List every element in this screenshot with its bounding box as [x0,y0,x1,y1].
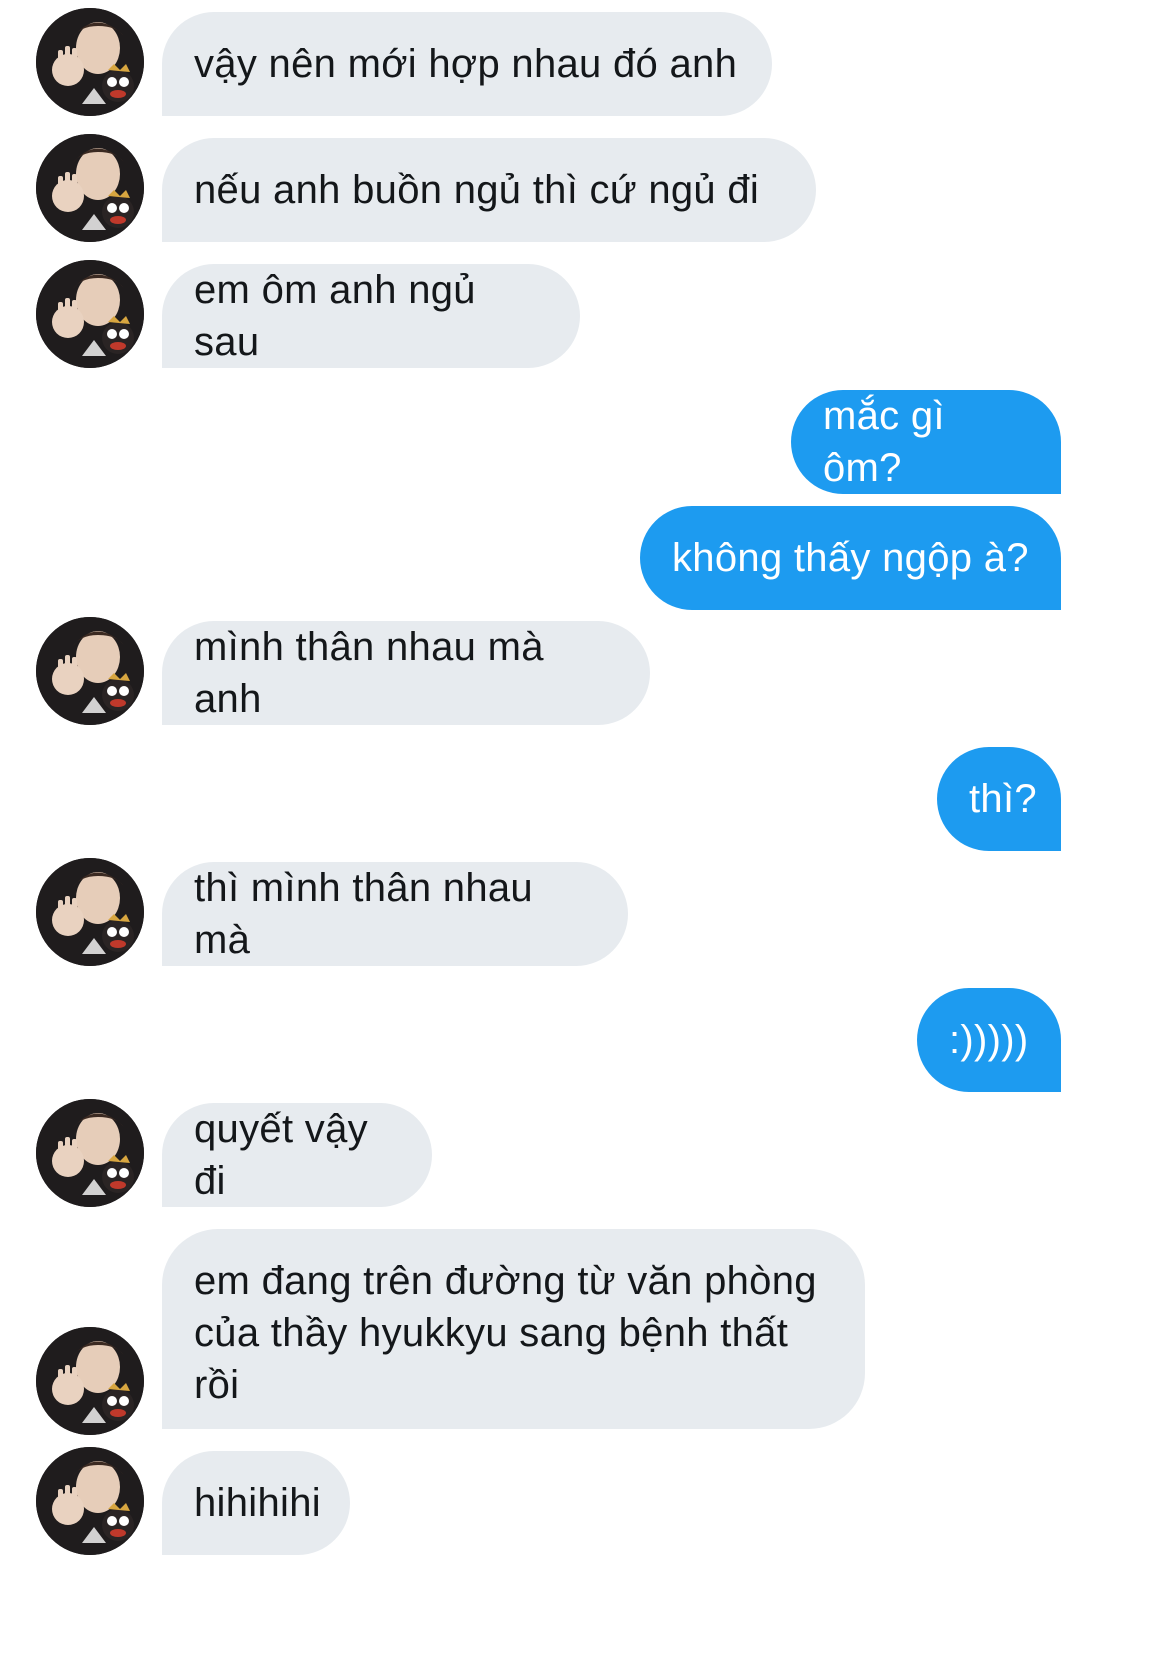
avatar[interactable] [36,1099,144,1207]
incoming-message-bubble[interactable]: vậy nên mới hợp nhau đó anh [162,12,772,116]
avatar-image [36,617,144,725]
incoming-message-bubble[interactable]: thì mình thân nhau mà [162,862,628,966]
avatar[interactable] [36,1447,144,1555]
avatar-image [36,858,144,966]
avatar[interactable] [36,260,144,368]
outgoing-message-bubble[interactable]: thì? [937,747,1061,851]
incoming-message-bubble[interactable]: mình thân nhau mà anh [162,621,650,725]
outgoing-message-bubble[interactable]: không thấy ngộp à? [640,506,1061,610]
avatar-image [36,1099,144,1207]
incoming-message-bubble[interactable]: nếu anh buồn ngủ thì cứ ngủ đi [162,138,816,242]
avatar[interactable] [36,8,144,116]
avatar[interactable] [36,617,144,725]
avatar[interactable] [36,858,144,966]
avatar-image [36,1327,144,1435]
avatar-image [36,260,144,368]
outgoing-message-bubble[interactable]: mắc gì ôm? [791,390,1061,494]
incoming-message-bubble[interactable]: hihihihi [162,1451,350,1555]
outgoing-message-bubble[interactable]: :))))) [917,988,1061,1092]
incoming-message-bubble[interactable]: em đang trên đường từ văn phòng của thầy… [162,1229,865,1429]
avatar-image [36,134,144,242]
avatar[interactable] [36,1327,144,1435]
avatar[interactable] [36,134,144,242]
incoming-message-bubble[interactable]: em ôm anh ngủ sau [162,264,580,368]
avatar-image [36,1447,144,1555]
avatar-image [36,8,144,116]
incoming-message-bubble[interactable]: quyết vậy đi [162,1103,432,1207]
